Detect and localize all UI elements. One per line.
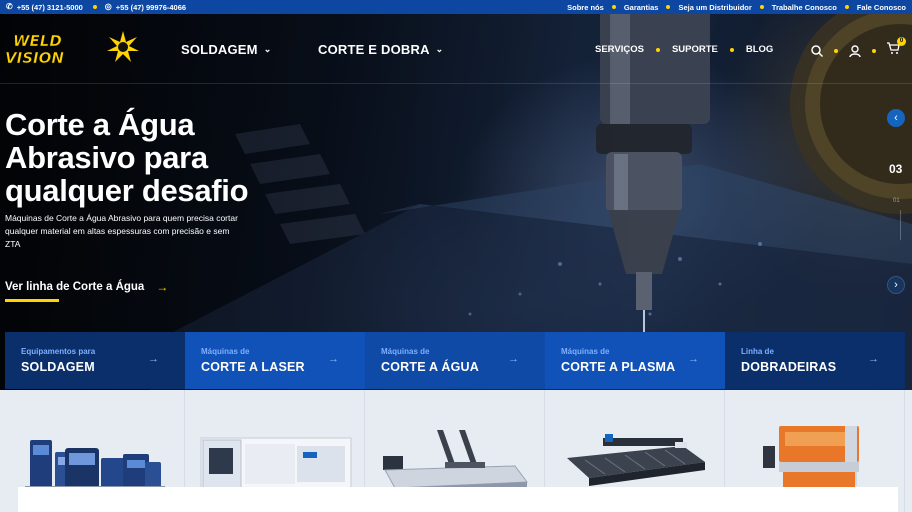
slide-counter: 03 [889, 162, 903, 176]
arrow-right-icon: → [508, 353, 519, 365]
category-subtitle: Equipamentos para [21, 347, 96, 356]
nav-soldagem[interactable]: SOLDAGEM ⌄ [181, 42, 271, 57]
hero-title: Corte a Água Abrasivo para qualquer desa… [5, 108, 325, 207]
content-panel [18, 487, 898, 512]
top-link-distributor[interactable]: Seja um Distribuidor [678, 3, 751, 12]
category-corte-agua[interactable]: Máquinas de CORTE A ÁGUA → [365, 332, 545, 389]
nav-corte-e-dobra-label: CORTE E DOBRA [318, 42, 430, 57]
top-links: Sobre nós Garantias Seja um Distribuidor… [567, 3, 906, 12]
logo-graphic: WELD VISION [5, 31, 139, 67]
category-title: CORTE A ÁGUA [381, 360, 479, 374]
category-dobradeiras[interactable]: Linha de DOBRADEIRAS → [725, 332, 905, 389]
svg-text:WELD: WELD [13, 32, 62, 50]
separator-dot [844, 5, 849, 9]
top-link-contact[interactable]: Fale Conosco [857, 3, 906, 12]
top-link-warranty[interactable]: Garantias [624, 3, 659, 12]
slider-prev-button[interactable]: ‹ [887, 109, 905, 127]
nav-servicos[interactable]: SERVIÇOS [595, 44, 644, 55]
cart-button[interactable]: 0 [886, 37, 906, 60]
arrow-right-icon: → [328, 353, 339, 365]
chevron-down-icon: ⌄ [263, 44, 272, 54]
top-bar: ✆ +55 (47) 3121-5000 ◎ +55 (47) 99976-40… [0, 0, 912, 14]
nav-suporte[interactable]: SUPORTE [672, 44, 718, 55]
category-title: CORTE A LASER [201, 360, 305, 374]
secondary-nav: SERVIÇOS SUPORTE BLOG [595, 44, 773, 55]
chevron-left-icon: ‹ [894, 112, 898, 124]
page: ✆ +55 (47) 3121-5000 ◎ +55 (47) 99976-40… [0, 0, 912, 512]
header-icons: 0 [810, 37, 906, 60]
cta-underline [5, 299, 59, 302]
arrow-right-icon: → [148, 353, 159, 365]
nav-soldagem-label: SOLDAGEM [181, 42, 258, 57]
phone-number-2: +55 (47) 99976-4066 [115, 2, 187, 12]
main-header: WELD VISION SOLDAGEM ⌄ CORTE E DOBRA ⌄ S… [0, 14, 912, 84]
weld-vision-logo[interactable]: WELD VISION [5, 31, 140, 67]
category-corte-laser[interactable]: Máquinas de CORTE A LASER → [185, 332, 365, 389]
category-corte-plasma[interactable]: Máquinas de CORTE A PLASMA → [545, 332, 725, 389]
chevron-right-icon: › [894, 279, 898, 291]
separator-dot [92, 5, 97, 9]
whatsapp-icon: ◎ [104, 2, 112, 11]
category-subtitle: Linha de [741, 347, 774, 356]
category-subtitle: Máquinas de [561, 347, 610, 356]
user-icon[interactable] [848, 44, 862, 58]
category-title: CORTE A PLASMA [561, 360, 676, 374]
category-soldagem[interactable]: Equipamentos para SOLDAGEM → [5, 332, 185, 389]
phone-number-1: +55 (47) 3121-5000 [16, 2, 83, 12]
separator-dot [611, 5, 616, 9]
svg-text:VISION: VISION [5, 49, 64, 67]
cart-count-badge: 0 [897, 37, 906, 46]
nav-blog[interactable]: BLOG [746, 44, 773, 55]
arrow-right-icon: → [688, 353, 699, 365]
separator-dot [759, 5, 764, 9]
arrow-right-icon: → [868, 353, 879, 365]
top-link-about[interactable]: Sobre nós [567, 3, 604, 12]
slide-first-index: 01 [893, 198, 900, 204]
category-title: DOBRADEIRAS [741, 360, 837, 374]
separator-dot [666, 5, 671, 9]
phone-icon: ✆ [6, 2, 13, 11]
search-icon[interactable] [810, 44, 824, 58]
hero-cta-link[interactable]: Ver linha de Corte a Água → [5, 280, 168, 294]
arrow-right-icon: → [156, 280, 169, 294]
slide-progress-line [900, 210, 901, 240]
nav-corte-e-dobra[interactable]: CORTE E DOBRA ⌄ [318, 42, 443, 57]
separator-dot [872, 48, 876, 53]
category-strip: Equipamentos para SOLDAGEM → Máquinas de… [5, 332, 905, 389]
hero-title-line: Corte a Água [5, 107, 195, 142]
slider-next-button[interactable]: › [887, 276, 905, 294]
hero-title-line: Abrasivo para [5, 140, 208, 175]
separator-dot [729, 47, 734, 52]
phone-link-1[interactable]: ✆ +55 (47) 3121-5000 [6, 3, 83, 12]
category-subtitle: Máquinas de [201, 347, 250, 356]
chevron-down-icon: ⌄ [435, 44, 444, 54]
hero-title-line: qualquer desafio [5, 173, 249, 208]
separator-dot [834, 48, 838, 53]
separator-dot [655, 47, 660, 52]
hero-description: Máquinas de Corte a Água Abrasivo para q… [5, 213, 238, 249]
top-link-careers[interactable]: Trabalhe Conosco [772, 3, 837, 12]
category-title: SOLDAGEM [21, 360, 95, 374]
phone-link-2[interactable]: ◎ +55 (47) 99976-4066 [105, 3, 186, 12]
category-subtitle: Máquinas de [381, 347, 430, 356]
hero-cta-label: Ver linha de Corte a Água [5, 281, 145, 293]
